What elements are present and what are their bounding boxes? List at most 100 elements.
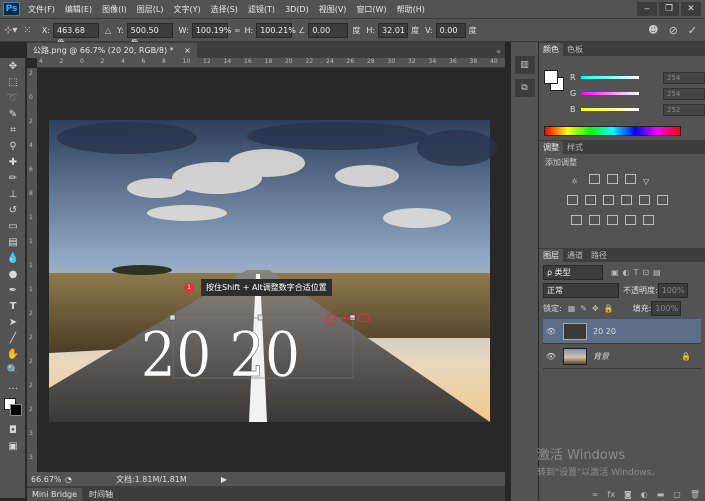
curves-icon[interactable] — [607, 174, 618, 184]
screen-mode-icon[interactable]: ▣ — [0, 438, 26, 454]
add-mask-icon[interactable]: ◙ — [624, 490, 632, 499]
r-slider[interactable] — [581, 76, 639, 79]
warp-icon[interactable]: ☻ — [648, 25, 658, 36]
path-select-icon[interactable]: ➤ — [0, 314, 26, 330]
layer-row-text[interactable]: 👁 20 20 — [543, 319, 701, 344]
stamp-tool-icon[interactable]: ⊥ — [0, 186, 26, 202]
menu-file[interactable]: 文件(F) — [28, 4, 55, 15]
menu-type[interactable]: 文字(Y) — [173, 4, 200, 15]
close-button[interactable]: ✕ — [681, 2, 701, 16]
document-image[interactable]: 20 20 — [37, 68, 505, 472]
photo-filter-icon[interactable] — [621, 195, 632, 205]
zoom-tool-icon[interactable]: 🔍 — [0, 362, 26, 378]
layer-name[interactable]: 背景 — [593, 351, 609, 362]
g-value[interactable]: 254 — [663, 88, 705, 100]
link-icon[interactable]: ∞ — [234, 26, 241, 35]
type-tool-icon[interactable]: T — [0, 298, 26, 314]
r-value[interactable]: 254 — [663, 72, 705, 84]
panel-collapse-icon[interactable]: « — [496, 47, 501, 56]
cancel-transform-icon[interactable]: ⊘ — [669, 24, 678, 37]
restore-button[interactable]: ❐ — [659, 2, 679, 16]
tab-timeline[interactable]: 时间轴 — [84, 488, 119, 501]
hand-tool-icon[interactable]: ✋ — [0, 346, 26, 362]
layer-row-background[interactable]: 👁 背景 🔒 — [543, 344, 701, 369]
selective-color-icon[interactable] — [625, 215, 636, 225]
tab-layers[interactable]: 图层 — [539, 249, 563, 262]
exposure-icon[interactable] — [625, 174, 636, 184]
pen-tool-icon[interactable]: ✒ — [0, 282, 26, 298]
layer-filter-select[interactable]: ρ 类型 — [543, 264, 603, 280]
g-slider[interactable] — [581, 92, 639, 95]
visibility-eye-icon[interactable]: 👁 — [543, 352, 559, 361]
quick-mask-icon[interactable]: ◘ — [0, 422, 26, 438]
eraser-tool-icon[interactable]: ▭ — [0, 218, 26, 234]
tab-paths[interactable]: 路径 — [587, 249, 611, 262]
canvas-area[interactable]: 20 20 1 按住Shift + Alt调整数字合适位置 — [37, 68, 505, 472]
blend-mode-select[interactable]: 正常 — [543, 282, 619, 298]
menu-image[interactable]: 图像(I) — [102, 4, 127, 15]
filter-icons[interactable]: ▣◐T⊡▤ — [611, 268, 665, 277]
visibility-eye-icon[interactable]: 👁 — [543, 327, 559, 336]
angle-field[interactable]: 0.00 — [308, 22, 349, 38]
more-tools-icon[interactable]: … — [0, 378, 26, 394]
menu-layer[interactable]: 图层(L) — [137, 4, 164, 15]
tab-styles[interactable]: 样式 — [563, 141, 587, 154]
b-slider[interactable] — [581, 108, 639, 111]
new-adjustment-icon[interactable]: ◐ — [641, 490, 648, 499]
blur-tool-icon[interactable]: 💧 — [0, 250, 26, 266]
shape-tool-icon[interactable]: ╱ — [0, 330, 26, 346]
canvas-year-text[interactable]: 20 20 — [140, 318, 301, 391]
reference-point-icon[interactable]: ⁙ — [23, 25, 31, 36]
commit-transform-icon[interactable]: ✓ — [688, 24, 697, 37]
crop-tool-icon[interactable]: ⌗ — [0, 122, 26, 138]
x-field[interactable]: 463.68 像 — [52, 22, 99, 48]
gradient-map-icon[interactable] — [643, 215, 654, 225]
color-swatches[interactable] — [0, 396, 25, 422]
menu-filter[interactable]: 滤镜(T) — [248, 4, 275, 15]
marquee-tool-icon[interactable]: ⬚ — [0, 74, 26, 90]
document-tab[interactable]: 公路.png @ 66.7% (20 20, RGB/8) * × — [27, 43, 197, 58]
opacity-field[interactable]: 100% — [657, 282, 688, 298]
tab-adjustments[interactable]: 调整 — [539, 141, 563, 154]
eyedropper-tool-icon[interactable]: ⚲ — [0, 138, 26, 154]
new-group-icon[interactable]: ▬ — [657, 490, 665, 499]
gradient-tool-icon[interactable]: ▤ — [0, 234, 26, 250]
quick-select-tool-icon[interactable]: ✎ — [0, 106, 26, 122]
delete-layer-icon[interactable]: 🗑 — [690, 490, 700, 499]
hskew-field[interactable]: 32.01 — [378, 22, 409, 38]
b-value[interactable]: 252 — [663, 104, 705, 116]
brush-tool-icon[interactable]: ✏ — [0, 170, 26, 186]
healing-tool-icon[interactable]: ✚ — [0, 154, 26, 170]
height-field[interactable]: 100.21% — [256, 22, 296, 38]
tab-mini-bridge[interactable]: Mini Bridge — [27, 488, 83, 501]
status-info-icon[interactable]: ◔ — [65, 475, 72, 484]
menu-edit[interactable]: 编辑(E) — [65, 4, 92, 15]
tab-channels[interactable]: 通道 — [563, 249, 587, 262]
vibrance-icon[interactable]: ▽ — [643, 177, 654, 187]
y-field[interactable]: 500.50 像 — [126, 22, 173, 48]
fill-field[interactable]: 100% — [651, 300, 682, 316]
posterize-icon[interactable] — [589, 215, 600, 225]
tab-swatches[interactable]: 色板 — [563, 43, 587, 56]
dodge-tool-icon[interactable]: ● — [0, 266, 26, 282]
history-panel-icon[interactable]: ▥ — [514, 56, 535, 74]
threshold-icon[interactable] — [607, 215, 618, 225]
menu-3d[interactable]: 3D(D) — [285, 5, 309, 14]
history-brush-icon[interactable]: ↺ — [0, 202, 26, 218]
black-white-icon[interactable] — [603, 195, 614, 205]
brightness-icon[interactable]: ☼ — [571, 177, 582, 187]
minimize-button[interactable]: ‒ — [637, 2, 657, 16]
color-spectrum[interactable] — [544, 126, 681, 136]
lock-icons[interactable]: ▦✎✥🔒 — [568, 304, 619, 313]
color-lookup-icon[interactable] — [657, 195, 668, 205]
link-layers-icon[interactable]: ∞ — [592, 490, 599, 499]
delta-icon[interactable]: △ — [105, 26, 111, 35]
menu-view[interactable]: 视图(V) — [319, 4, 347, 15]
menu-select[interactable]: 选择(S) — [211, 4, 238, 15]
status-menu-arrow-icon[interactable]: ▶ — [221, 475, 227, 484]
levels-icon[interactable] — [589, 174, 600, 184]
menu-help[interactable]: 帮助(H) — [397, 4, 425, 15]
new-layer-icon[interactable]: ▢ — [673, 490, 681, 499]
close-tab-icon[interactable]: × — [184, 46, 191, 55]
move-tool-icon[interactable]: ✥ — [0, 58, 26, 74]
